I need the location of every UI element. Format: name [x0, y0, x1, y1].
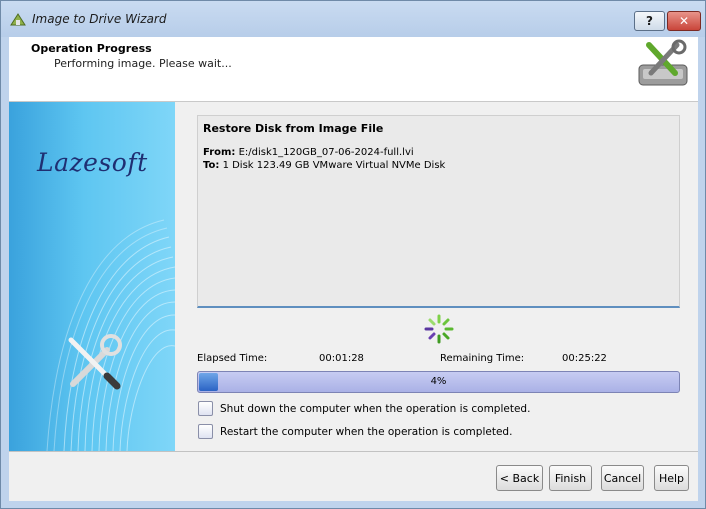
restart-checkbox[interactable]	[198, 424, 213, 439]
back-button[interactable]: < Back	[496, 465, 543, 491]
from-value: E:/disk1_120GB_07-06-2024-full.lvi	[238, 147, 414, 158]
to-line: To: 1 Disk 123.49 GB VMware Virtual NVMe…	[203, 160, 445, 171]
progress-bar: 4%	[197, 371, 680, 393]
close-button[interactable]: ✕	[667, 11, 701, 31]
window-title: Image to Drive Wizard	[32, 12, 167, 26]
task-info-panel: Restore Disk from Image File From: E:/di…	[197, 115, 680, 308]
task-title: Restore Disk from Image File	[203, 122, 384, 135]
to-label: To:	[203, 160, 220, 171]
shutdown-option[interactable]: Shut down the computer when the operatio…	[198, 401, 530, 416]
remaining-time-value: 00:25:22	[562, 353, 607, 364]
elapsed-time-label: Elapsed Time:	[197, 353, 268, 364]
wizard-icon	[10, 13, 26, 26]
from-line: From: E:/disk1_120GB_07-06-2024-full.lvi	[203, 147, 414, 158]
cancel-button[interactable]: Cancel	[601, 465, 644, 491]
restart-label[interactable]: Restart the computer when the operation …	[220, 426, 512, 438]
to-value: 1 Disk 123.49 GB VMware Virtual NVMe Dis…	[222, 160, 446, 171]
title-bar[interactable]: Image to Drive Wizard ? ✕	[1, 1, 705, 37]
brand-logo: Lazesoft	[37, 148, 148, 177]
shutdown-label[interactable]: Shut down the computer when the operatio…	[220, 403, 530, 415]
remaining-time-label: Remaining Time:	[440, 353, 525, 364]
wizard-window: Image to Drive Wizard ? ✕ Operation Prog…	[0, 0, 706, 509]
page-subtitle: Performing image. Please wait...	[54, 57, 232, 70]
help-button[interactable]: Help	[654, 465, 689, 491]
tools-icon	[638, 39, 688, 86]
loading-spinner-icon	[424, 314, 454, 344]
tools-graphic-icon	[68, 334, 122, 390]
page-title: Operation Progress	[31, 42, 152, 55]
footer-divider	[9, 451, 698, 452]
from-label: From:	[203, 147, 236, 158]
progress-label: 4%	[430, 376, 447, 387]
restart-option[interactable]: Restart the computer when the operation …	[198, 424, 512, 439]
help-title-button[interactable]: ?	[634, 11, 665, 31]
side-banner: Lazesoft	[9, 102, 175, 451]
wizard-content: Operation Progress Performing image. Ple…	[9, 37, 698, 501]
shutdown-checkbox[interactable]	[198, 401, 213, 416]
finish-button[interactable]: Finish	[549, 465, 592, 491]
page-header: Operation Progress Performing image. Ple…	[9, 37, 698, 102]
elapsed-time-value: 00:01:28	[319, 353, 364, 364]
